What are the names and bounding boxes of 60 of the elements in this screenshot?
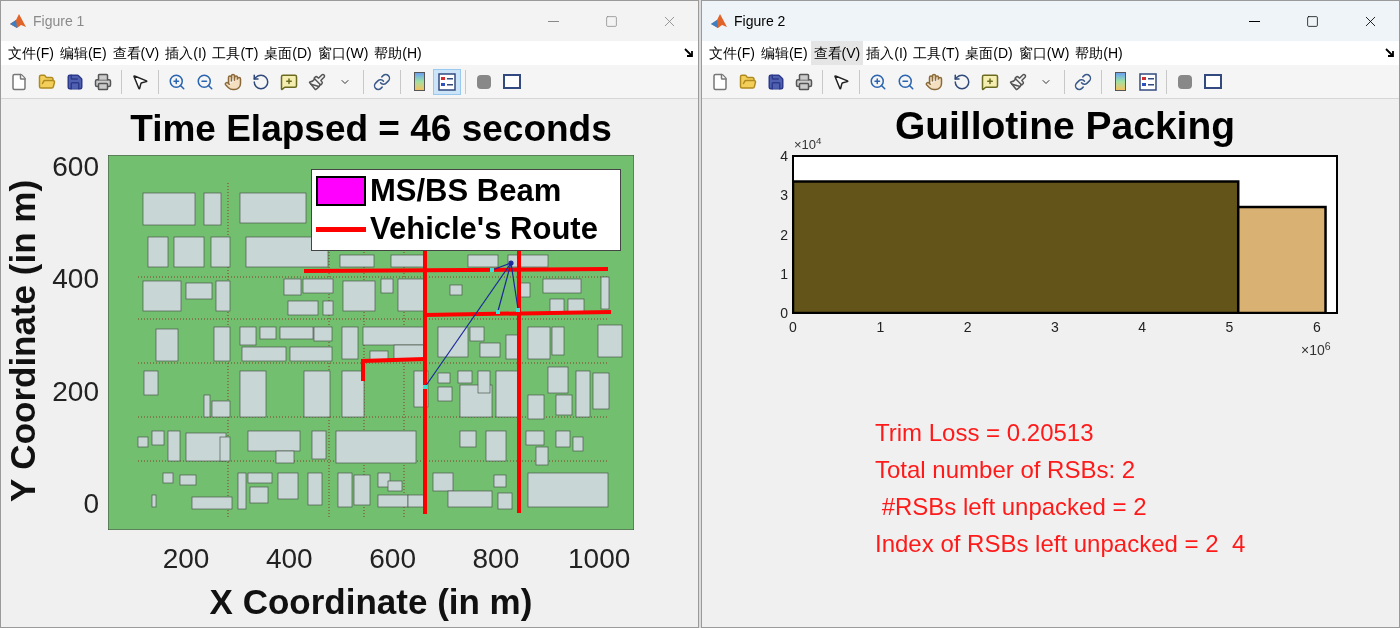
y-tick-label: 4 [779,148,788,164]
y-exponent-label: ×10$^{4}$ [794,137,822,153]
y-tick-label: 200 [51,376,99,407]
result-text: #RSBs left unpacked = 2 [880,492,1148,522]
window-title: Figure 1 [33,11,85,31]
plot-title: Guillotine Packing [894,107,1236,145]
window-title: Figure 2 [734,11,786,31]
menu-item[interactable]: 窗口(W) [314,41,372,65]
result-text: Index of RSBs left unpacked = 2 4 [875,529,1246,559]
menu-item[interactable]: 工具(T) [910,41,963,65]
menu-item[interactable]: 桌面(D) [261,41,315,65]
y-tick-label: 1 [779,265,788,282]
dock-arrow-icon[interactable] [1385,48,1395,58]
result-text: Trim Loss = 0.20513 [875,418,1095,448]
minimize-icon [1248,20,1260,22]
menu-item[interactable]: 文件(F) [706,41,758,65]
x-axis-label: X Coordinate (in m) [208,582,534,622]
menu-item[interactable]: 插入(I) [162,41,210,65]
menu-item[interactable]: 窗口(W) [1015,41,1073,65]
plot-title: Time Elapsed = 46 seconds [129,109,613,149]
legend-label: Vehicle's Route [370,212,598,246]
menu-item[interactable]: 帮助(H) [1072,41,1126,65]
legend-icon[interactable] [433,68,461,95]
x-tick-label: 0 [788,319,798,335]
legend-label: MS/BS Beam [370,174,562,208]
x-tick-label: 2 [962,319,973,335]
dock-arrow-icon[interactable] [684,48,694,58]
x-tick-label: 200 [161,544,211,574]
menu-item[interactable]: 桌面(D) [962,41,1016,65]
x-exponent-label: ×10$^{6}$ [1301,342,1331,358]
menu-item[interactable]: 查看(V) [810,41,864,65]
menu-item[interactable]: 帮助(H) [371,41,425,65]
y-axis-label: Y Coordinate (in m) [3,179,43,503]
y-tick-label: 600 [51,152,99,182]
y-tick-label: 2 [779,226,788,243]
menu-item[interactable]: 工具(T) [209,41,262,65]
menu-item[interactable]: 文件(F) [5,41,57,65]
result-text: Total number of RSBs: 2 [875,455,1137,485]
x-tick-label: 6 [1311,319,1322,335]
menu-item[interactable]: 查看(V) [109,41,163,65]
y-tick-label: 0 [82,488,99,519]
menu-item[interactable]: 编辑(E) [757,41,811,65]
x-tick-label: 4 [1137,319,1148,335]
app-logo-icon [9,12,27,30]
minimize-icon [547,20,559,22]
x-tick-label: 800 [471,544,521,574]
maximize-icon [1305,14,1319,28]
menu-item[interactable]: 插入(I) [863,41,911,65]
y-tick-label: 0 [779,305,788,321]
y-tick-label: 3 [779,187,788,204]
x-tick-label: 600 [368,544,417,574]
x-tick-label: 1000 [567,544,632,574]
x-tick-label: 400 [264,544,314,574]
y-tick-label: 400 [51,264,99,295]
app-logo-icon [710,12,728,30]
menu-item[interactable]: 编辑(E) [56,41,110,65]
x-tick-label: 1 [875,319,886,335]
maximize-icon [604,14,618,28]
x-tick-label: 3 [1050,319,1060,335]
x-tick-label: 5 [1224,319,1235,335]
